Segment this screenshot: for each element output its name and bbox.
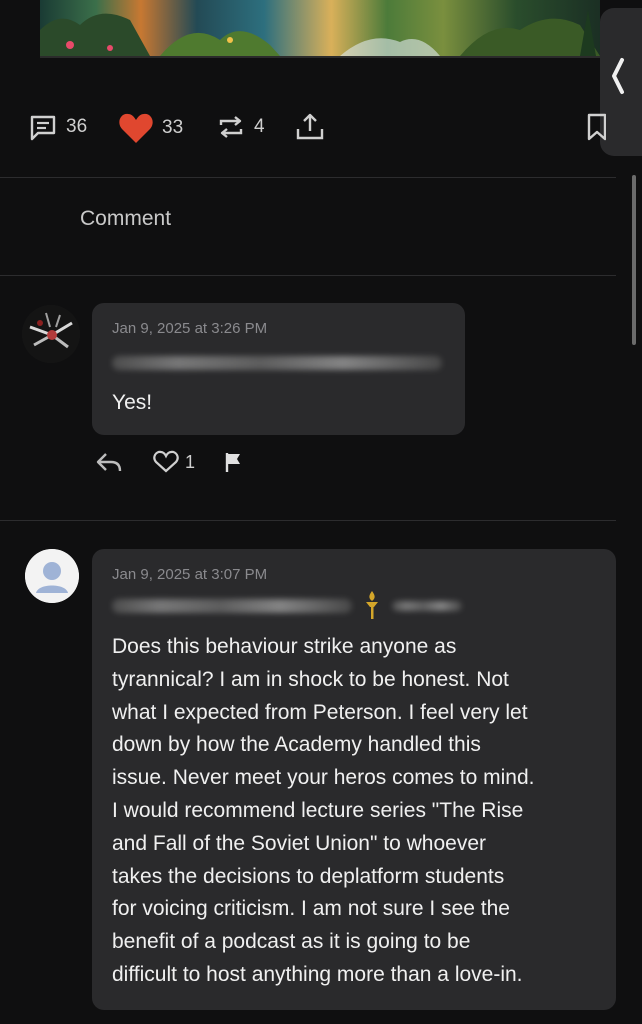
- comment-bubble: Jan 9, 2025 at 3:26 PM Yes!: [92, 303, 465, 435]
- comment-line: difficult to host anything more than a l…: [112, 962, 523, 986]
- divider: [0, 177, 616, 178]
- comment-line: Does this behaviour strike anyone as: [112, 635, 457, 658]
- redacted-username: [112, 356, 442, 370]
- post-banner-image[interactable]: [40, 0, 600, 58]
- comment-like-button[interactable]: 1: [153, 450, 195, 474]
- comment-line: and Fall of the Soviet Union" to whoever: [112, 831, 487, 855]
- comment-line: down by how the Academy handled this: [112, 733, 481, 757]
- comment-timestamp: Jan 9, 2025 at 3:26 PM: [112, 320, 268, 337]
- divider: [0, 275, 616, 276]
- comments-button[interactable]: 36: [28, 112, 87, 142]
- share-icon: [296, 113, 324, 140]
- comment-line: issue. Never meet your heros comes to mi…: [112, 766, 535, 790]
- comment-like-count: 1: [185, 451, 196, 472]
- post-actions-bar: 36 33 4: [0, 112, 642, 148]
- comment-line: takes the decisions to deplatform studen…: [112, 864, 505, 888]
- avatar[interactable]: [22, 305, 80, 363]
- comment-line: I would recommend lecture series "The Ri…: [112, 798, 524, 822]
- scrollbar[interactable]: [632, 175, 636, 345]
- torch-badge-icon: [366, 591, 378, 619]
- avatar[interactable]: [25, 549, 79, 603]
- repost-icon: [219, 116, 243, 138]
- redacted-username: [112, 599, 352, 613]
- chevron-left-icon: [612, 58, 624, 94]
- redacted-username: [392, 601, 462, 611]
- reposts-count: 4: [254, 116, 265, 137]
- share-button[interactable]: [294, 112, 326, 142]
- heart-icon: [119, 113, 153, 143]
- comment-line: tyrannical? I am in shock to be honest. …: [112, 667, 509, 691]
- comment-line: for voicing criticism. I am not sure I s…: [112, 897, 510, 921]
- comment-icon: [30, 115, 56, 141]
- comment-text: Does this behaviour strike anyone as tyr…: [112, 631, 607, 992]
- like-button[interactable]: 33: [118, 112, 183, 144]
- comment-actions: 1: [95, 450, 245, 474]
- reply-icon[interactable]: [95, 450, 123, 474]
- divider: [0, 520, 616, 521]
- bookmark-icon: [587, 113, 606, 141]
- flag-icon[interactable]: [223, 450, 245, 474]
- comments-count: 36: [66, 116, 88, 137]
- comment-line: what I expected from Peterson. I feel ve…: [112, 700, 528, 724]
- repost-button[interactable]: 4: [216, 112, 265, 142]
- comment-text: Yes!: [112, 391, 153, 414]
- comment-bubble: Jan 9, 2025 at 3:07 PM Does this behavio…: [92, 549, 616, 1010]
- heart-outline-icon: [153, 450, 179, 473]
- comment-line: benefit of a podcast as it is going to b…: [112, 930, 471, 954]
- bookmark-button[interactable]: [586, 112, 606, 142]
- comment-input[interactable]: Comment: [80, 207, 171, 231]
- likes-count: 33: [162, 117, 184, 138]
- comment-timestamp: Jan 9, 2025 at 3:07 PM: [112, 566, 268, 583]
